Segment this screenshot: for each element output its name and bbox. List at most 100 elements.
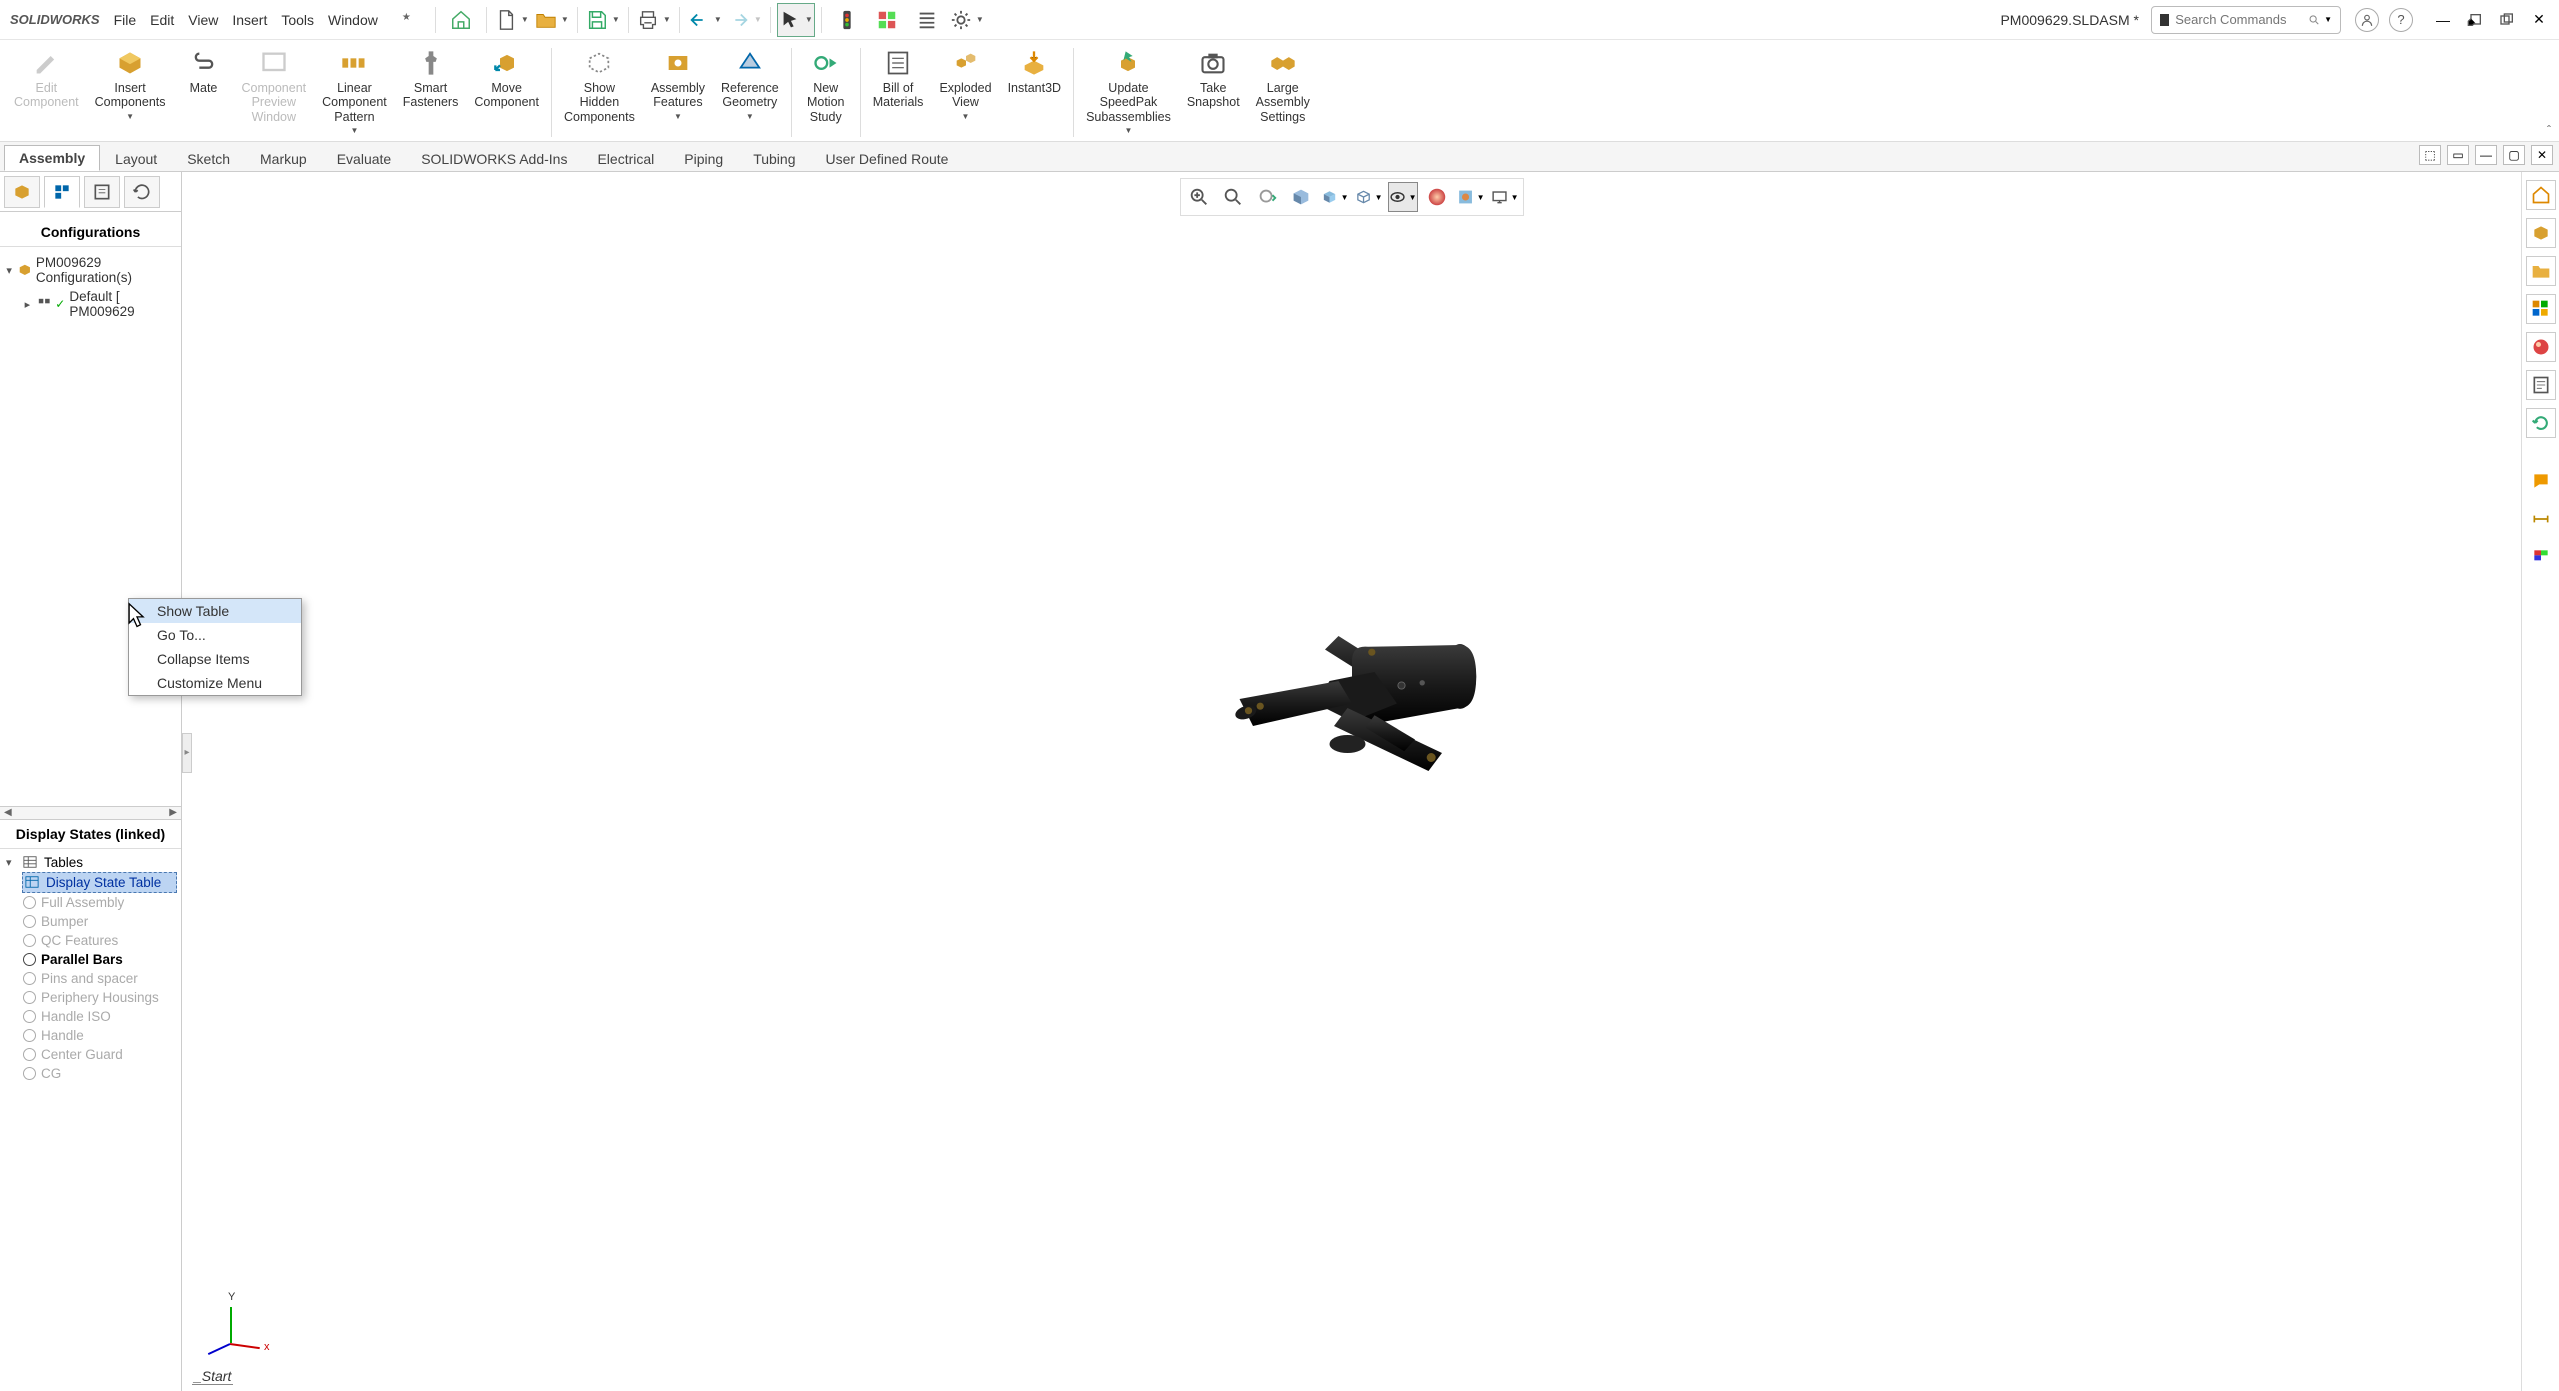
panel-tab-config[interactable] <box>44 176 80 208</box>
apply-scene-button[interactable]: ▼ <box>1456 182 1486 212</box>
options-list-button[interactable] <box>908 3 946 37</box>
config-root[interactable]: ▾ PM009629 Configuration(s) <box>4 253 177 287</box>
task-custom-props-icon[interactable] <box>2526 370 2556 400</box>
edit-appearance-button[interactable] <box>1422 182 1452 212</box>
user-icon[interactable] <box>2355 8 2379 32</box>
start-tab[interactable]: _Start <box>192 1368 233 1385</box>
hide-show-button[interactable]: ▼ <box>1388 182 1418 212</box>
ribbon-collapse-icon[interactable]: ˆ <box>2547 123 2551 137</box>
tab-sketch[interactable]: Sketch <box>172 146 245 171</box>
vp-minimize-icon[interactable]: — <box>2475 145 2497 165</box>
tab-electrical[interactable]: Electrical <box>582 146 669 171</box>
ribbon-update-speedpak[interactable]: UpdateSpeedPakSubassemblies▼ <box>1078 44 1179 141</box>
tab-layout[interactable]: Layout <box>100 146 172 171</box>
menu-insert[interactable]: Insert <box>232 12 267 28</box>
print-button[interactable]: ▼ <box>635 3 673 37</box>
display-state-item[interactable]: Pins and spacer <box>4 969 177 988</box>
display-state-item[interactable]: Periphery Housings <box>4 988 177 1007</box>
display-state-item[interactable]: Center Guard <box>4 1045 177 1064</box>
redo-button[interactable]: ▼ <box>726 3 764 37</box>
display-state-item[interactable]: Full Assembly <box>4 893 177 912</box>
tab-evaluate[interactable]: Evaluate <box>322 146 406 171</box>
tables-node[interactable]: ▾ Tables <box>4 853 177 872</box>
config-default[interactable]: ▸ ✓ Default [ PM009629 <box>4 287 177 321</box>
panel-tab-property[interactable] <box>84 176 120 208</box>
view-orientation-button[interactable]: ▼ <box>1320 182 1350 212</box>
tab-addins[interactable]: SOLIDWORKS Add-Ins <box>406 146 582 171</box>
menu-file[interactable]: File <box>114 12 137 28</box>
tab-assembly[interactable]: Assembly <box>4 145 100 171</box>
display-state-item[interactable]: Parallel Bars <box>4 950 177 969</box>
menu-view[interactable]: View <box>188 12 218 28</box>
open-button[interactable]: ▼ <box>533 3 571 37</box>
zoom-area-button[interactable] <box>1218 182 1248 212</box>
ribbon-insert-components[interactable]: InsertComponents▼ <box>87 44 174 141</box>
ribbon-move-component[interactable]: MoveComponent <box>466 44 547 141</box>
cm-go-to[interactable]: Go To... <box>129 623 301 647</box>
task-appearances-icon[interactable] <box>2526 332 2556 362</box>
search-box[interactable]: ▼ <box>2151 6 2341 34</box>
display-style-button[interactable]: ▼ <box>1354 182 1384 212</box>
menu-expand-icon[interactable]: ★ <box>402 12 411 28</box>
undo-button[interactable]: ▼ <box>686 3 724 37</box>
display-state-item[interactable]: CG <box>4 1064 177 1083</box>
ribbon-component-preview[interactable]: ComponentPreviewWindow <box>234 44 315 141</box>
collapse-icon[interactable]: ▾ <box>6 856 18 869</box>
viewport[interactable]: ▸ ▼ ▼ ▼ ▼ ▼ <box>182 172 2521 1391</box>
tab-user-route[interactable]: User Defined Route <box>810 146 963 171</box>
task-file-explorer-icon[interactable] <box>2526 256 2556 286</box>
tab-piping[interactable]: Piping <box>669 146 738 171</box>
maximize-button[interactable] <box>2495 8 2519 32</box>
ribbon-show-hidden[interactable]: ShowHiddenComponents <box>556 44 643 141</box>
display-state-item[interactable]: Bumper <box>4 912 177 931</box>
ribbon-large-assembly[interactable]: LargeAssemblySettings <box>1248 44 1318 141</box>
ribbon-smart-fasteners[interactable]: SmartFasteners <box>395 44 467 141</box>
search-dropdown-icon[interactable]: ▼ <box>2324 15 2332 24</box>
vp-popout-icon[interactable]: ⬚ <box>2419 145 2441 165</box>
menu-window[interactable]: Window <box>328 12 378 28</box>
tab-tubing[interactable]: Tubing <box>738 146 810 171</box>
ribbon-edit-component[interactable]: EditComponent <box>6 44 87 141</box>
vp-new-window-icon[interactable]: ▭ <box>2447 145 2469 165</box>
search-input[interactable] <box>2175 12 2308 27</box>
traffic-button[interactable] <box>828 3 866 37</box>
zoom-fit-button[interactable] <box>1184 182 1214 212</box>
display-state-table[interactable]: Display State Table <box>22 872 177 893</box>
close-button[interactable]: ✕ <box>2527 8 2551 32</box>
expand-icon[interactable]: ▸ <box>22 298 33 311</box>
ribbon-mate[interactable]: Mate <box>174 44 234 141</box>
rebuild-button[interactable] <box>868 3 906 37</box>
collapse-icon[interactable]: ▾ <box>4 264 14 277</box>
ribbon-linear-pattern[interactable]: LinearComponentPattern▼ <box>314 44 395 141</box>
restore-down-button[interactable] <box>2463 8 2487 32</box>
panel-tab-feature-tree[interactable] <box>4 176 40 208</box>
cm-collapse-items[interactable]: Collapse Items <box>129 647 301 671</box>
ribbon-reference-geometry[interactable]: ReferenceGeometry▼ <box>713 44 787 141</box>
panel-tab-rotate[interactable] <box>124 176 160 208</box>
task-view-palette-icon[interactable] <box>2526 294 2556 324</box>
vp-close-icon[interactable]: ✕ <box>2531 145 2553 165</box>
view-settings-button[interactable]: ▼ <box>1490 182 1520 212</box>
panel-collapse-handle[interactable]: ▸ <box>182 733 192 773</box>
task-forum-icon[interactable] <box>2526 466 2556 496</box>
vp-maximize-icon[interactable]: ▢ <box>2503 145 2525 165</box>
ribbon-instant3d[interactable]: Instant3D <box>1000 44 1070 141</box>
ribbon-new-motion-study[interactable]: NewMotionStudy <box>796 44 856 141</box>
save-button[interactable]: ▼ <box>584 3 622 37</box>
task-dim-icon[interactable] <box>2526 504 2556 534</box>
display-state-item[interactable]: QC Features <box>4 931 177 950</box>
cm-show-table[interactable]: Show Table <box>129 599 301 623</box>
display-state-item[interactable]: Handle ISO <box>4 1007 177 1026</box>
previous-view-button[interactable] <box>1252 182 1282 212</box>
menu-tools[interactable]: Tools <box>281 12 314 28</box>
ribbon-assembly-features[interactable]: AssemblyFeatures▼ <box>643 44 713 141</box>
ribbon-bill-of-materials[interactable]: Bill ofMaterials <box>865 44 932 141</box>
menu-edit[interactable]: Edit <box>150 12 174 28</box>
task-design-library-icon[interactable] <box>2526 218 2556 248</box>
display-state-item[interactable]: Handle <box>4 1026 177 1045</box>
task-flag-icon[interactable] <box>2526 542 2556 572</box>
ribbon-exploded-view[interactable]: ExplodedView▼ <box>931 44 999 141</box>
task-home-icon[interactable] <box>2526 180 2556 210</box>
settings-button[interactable]: ▼ <box>948 3 986 37</box>
ribbon-take-snapshot[interactable]: TakeSnapshot <box>1179 44 1248 141</box>
